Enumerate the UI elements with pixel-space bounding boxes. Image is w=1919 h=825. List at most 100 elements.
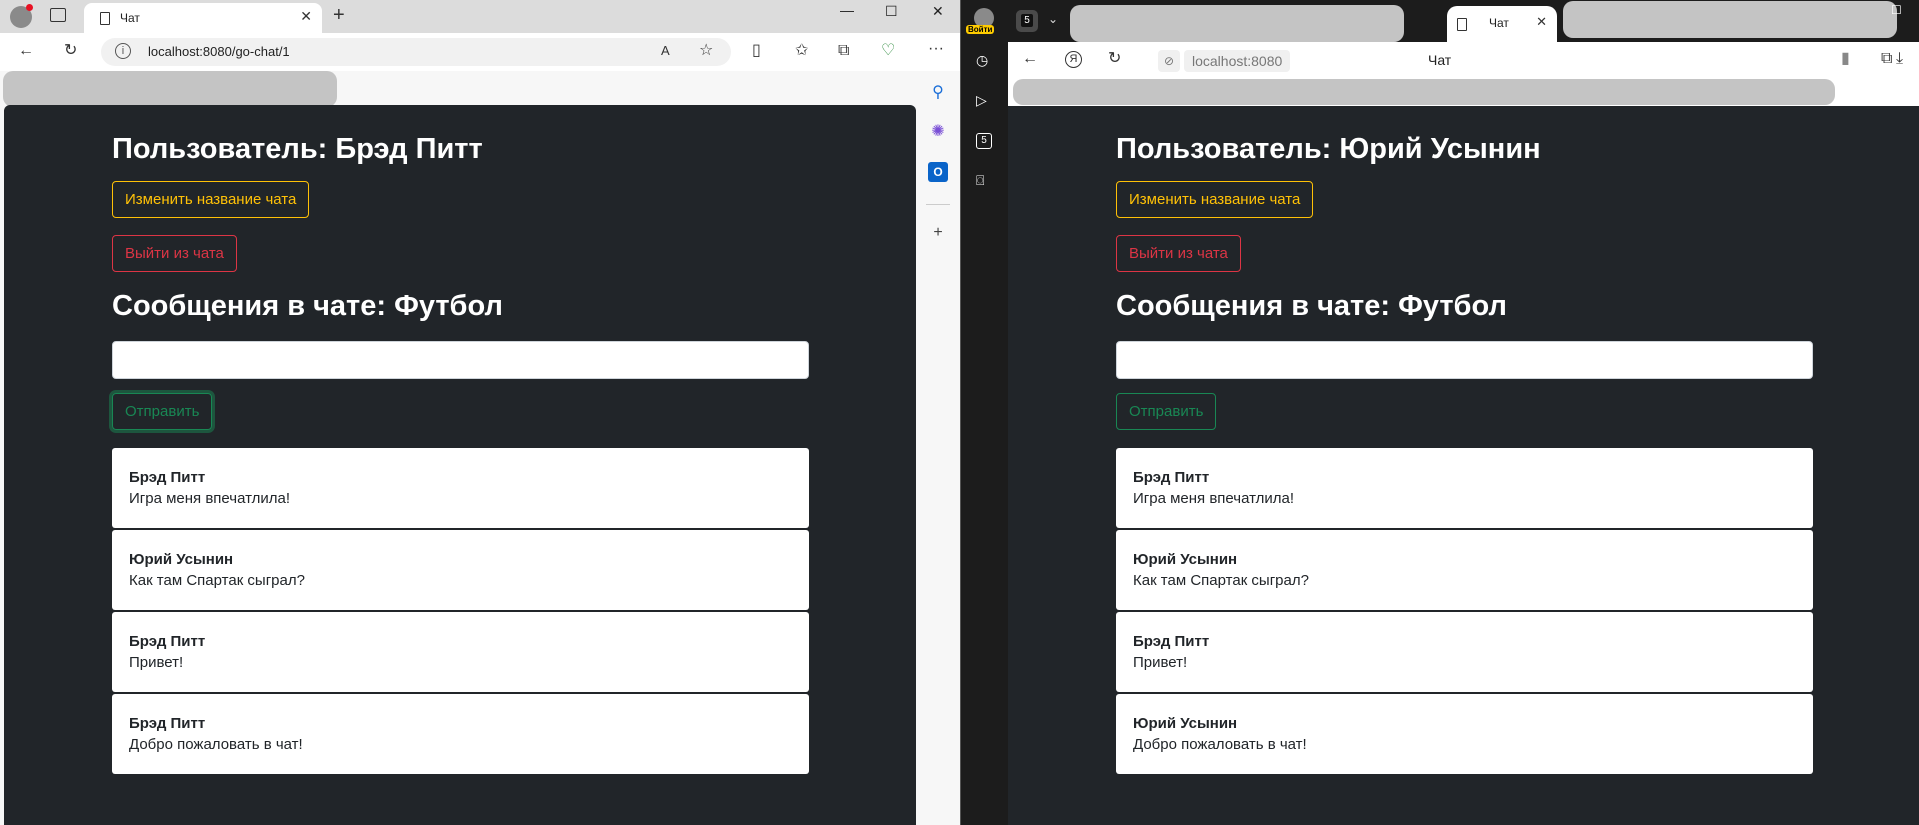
back-icon[interactable]: ← [1022, 51, 1038, 67]
edge-tab-chat[interactable]: Чат ✕ [84, 3, 322, 33]
sidebar-divider [926, 204, 950, 205]
back-icon[interactable]: ← [18, 43, 34, 59]
message-text: Игра меня впечатлила! [1133, 490, 1295, 507]
message-author: Брэд Питт [129, 715, 206, 732]
chat-heading: Сообщения в чате: Футбол [112, 290, 503, 322]
page-icon [1457, 18, 1467, 31]
services-icon[interactable]: 5 [976, 133, 992, 149]
user-heading: Пользователь: Брэд Питт [112, 133, 483, 165]
edge-sidebar: ⚲ ✺ O + [916, 71, 960, 825]
yandex-logo-icon[interactable]: Я [1065, 51, 1082, 68]
add-sidebar-app-icon[interactable]: + [928, 223, 948, 243]
yandex-toolbar: ← Я ↻ ⊘ localhost:8080 Чат ▮ ⧉ ⤓ [1008, 42, 1919, 106]
message-author: Юрий Усынин [1133, 551, 1238, 568]
split-screen-icon[interactable]: ▯ [752, 43, 761, 59]
yandex-browser-window: Войти ◷ ▷ 5 ⌼ 5 ⌄ Чат ✕ ☐ ← Я ↻ ⊘ localh… [961, 0, 1919, 825]
refresh-icon[interactable]: ↻ [64, 43, 77, 59]
history-icon[interactable]: ◷ [976, 52, 988, 69]
new-tab-icon[interactable]: + [333, 4, 345, 27]
rename-chat-button[interactable]: Изменить название чата [112, 181, 310, 218]
message-list: Брэд Питт Игра меня впечатлила! Юрий Усын… [1116, 448, 1813, 776]
login-badge[interactable]: Войти [966, 25, 995, 34]
address-bar[interactable]: i localhost:8080/go-chat/1 A ☆ [101, 38, 731, 66]
favorite-star-icon[interactable]: ☆ [699, 43, 713, 59]
browser-essentials-icon[interactable]: ♡ [881, 43, 895, 59]
message-item: Юрий Усынин Добро пожаловать в чат! [1116, 694, 1813, 774]
message-text: Добро пожаловать в чат! [129, 736, 303, 753]
page-title: Чат [1428, 52, 1452, 68]
restore-window-icon[interactable]: ☐ [1891, 3, 1902, 17]
tabs-dropdown-icon[interactable]: ⌄ [1048, 12, 1058, 26]
yandex-tab-chat[interactable]: Чат ✕ [1447, 6, 1557, 42]
send-button[interactable]: Отправить [112, 393, 213, 430]
message-item: Брэд Питт Игра меня впечатлила! [112, 448, 809, 528]
redacted-tab [1563, 1, 1897, 38]
redacted-tab [1070, 5, 1404, 42]
favorites-icon[interactable]: ✩ [795, 43, 808, 59]
message-author: Брэд Питт [129, 469, 206, 486]
tab-title: Чат [120, 11, 140, 25]
notification-dot-icon [26, 4, 33, 11]
message-item: Брэд Питт Привет! [112, 612, 809, 692]
message-input[interactable] [112, 341, 809, 379]
message-author: Юрий Усынин [1133, 715, 1238, 732]
tab-group-count: 5 [1021, 14, 1033, 27]
message-author: Юрий Усынин [129, 551, 234, 568]
video-play-icon[interactable]: ▷ [976, 92, 987, 109]
redacted-bookmarks [1013, 79, 1835, 105]
site-info-icon[interactable]: i [115, 43, 131, 59]
edge-browser-window: Чат ✕ + — ☐ ✕ ← ↻ i localhost:8080/go-ch… [0, 0, 960, 825]
message-item: Брэд Питт Добро пожаловать в чат! [112, 694, 809, 774]
refresh-icon[interactable]: ↻ [1108, 51, 1121, 67]
message-text: Игра меня впечатлила! [129, 490, 291, 507]
edge-toolbar: ← ↻ i localhost:8080/go-chat/1 A ☆ ▯ ✩ ⧉… [0, 33, 960, 71]
message-item: Брэд Питт Игра меня впечатлила! [1116, 448, 1813, 528]
tab-group-badge[interactable]: 5 [1016, 10, 1038, 32]
minimize-icon[interactable]: — [840, 2, 854, 18]
bookmark-icon[interactable]: ▮ [1841, 51, 1850, 67]
message-list: Брэд Питт Игра меня впечатлила! Юрий Усын… [112, 448, 809, 776]
close-window-icon[interactable]: ✕ [932, 3, 944, 20]
message-text: Как там Спартак сыграл? [1133, 572, 1309, 589]
message-text: Добро пожаловать в чат! [1133, 736, 1307, 753]
leave-chat-button[interactable]: Выйти из чата [112, 235, 237, 272]
message-item: Брэд Питт Привет! [1116, 612, 1813, 692]
collections-icon[interactable]: ⧉ [838, 43, 849, 59]
user-heading: Пользователь: Юрий Усынин [1116, 133, 1541, 165]
chat-heading: Сообщения в чате: Футбол [1116, 290, 1507, 322]
favorites-bar [0, 71, 920, 107]
send-button[interactable]: Отправить [1116, 393, 1217, 430]
copilot-icon[interactable]: ✺ [928, 122, 948, 142]
screenshot-icon[interactable]: ⌼ [976, 172, 984, 189]
message-text: Привет! [129, 654, 184, 671]
more-menu-icon[interactable]: ··· [928, 41, 944, 57]
rename-chat-button[interactable]: Изменить название чата [1116, 181, 1314, 218]
message-author: Брэд Питт [1133, 469, 1210, 486]
message-text: Привет! [1133, 654, 1188, 671]
page-icon [100, 12, 110, 25]
chat-page-right: Пользователь: Юрий Усынин Изменить назва… [1008, 106, 1919, 825]
read-aloud-icon[interactable]: A [661, 44, 670, 57]
maximize-icon[interactable]: ☐ [885, 3, 898, 20]
site-security-icon[interactable]: ⊘ [1158, 50, 1180, 72]
download-icon[interactable]: ⤓ [1896, 51, 1903, 67]
message-input[interactable] [1116, 341, 1813, 379]
close-tab-icon[interactable]: ✕ [300, 8, 312, 25]
search-icon[interactable]: ⚲ [928, 83, 948, 103]
edge-tab-bar: Чат ✕ + — ☐ ✕ [0, 0, 960, 33]
collections-icon[interactable]: ⧉ [1881, 51, 1892, 67]
message-text: Как там Спартак сыграл? [129, 572, 305, 589]
workspaces-icon[interactable] [50, 8, 66, 22]
yandex-side-panel: Войти ◷ ▷ 5 ⌼ [961, 0, 1008, 825]
outlook-icon[interactable]: O [928, 162, 948, 182]
message-item: Юрий Усынин Как там Спартак сыграл? [112, 530, 809, 610]
message-author: Брэд Питт [129, 633, 206, 650]
url-text[interactable]: localhost:8080 [1184, 50, 1291, 72]
close-tab-icon[interactable]: ✕ [1536, 14, 1547, 30]
url-text: localhost:8080/go-chat/1 [148, 44, 290, 59]
redacted-bookmarks [3, 71, 337, 107]
message-author: Брэд Питт [1133, 633, 1210, 650]
yandex-tab-bar: 5 ⌄ Чат ✕ ☐ [1008, 0, 1919, 42]
leave-chat-button[interactable]: Выйти из чата [1116, 235, 1241, 272]
tab-title: Чат [1489, 16, 1509, 30]
